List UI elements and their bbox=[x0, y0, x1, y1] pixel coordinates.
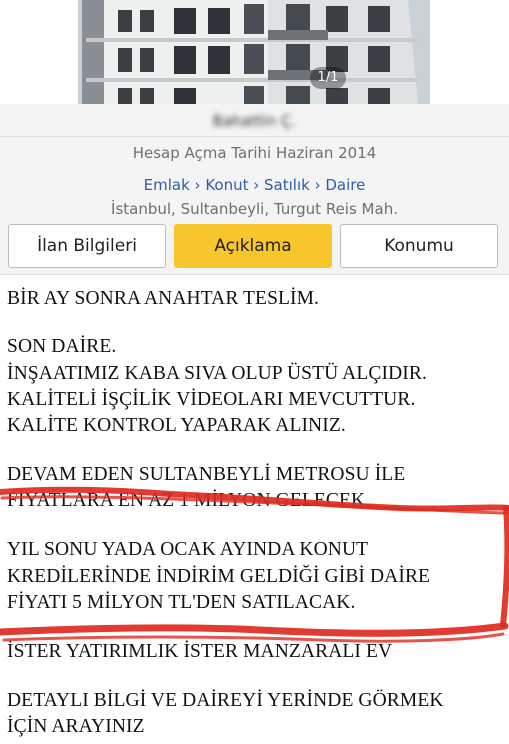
description-line: SON DAİRE. bbox=[7, 336, 117, 357]
photo-counter: 1/1 bbox=[310, 67, 346, 89]
tab-ilan-bilgileri[interactable]: İlan Bilgileri bbox=[8, 224, 166, 268]
description-line: DETAYLI BİLGİ VE DAİREYİ YERİNDE GÖRMEK bbox=[7, 690, 444, 711]
description-line: İSTER YATIRIMLIK İSTER MANZARALI EV bbox=[7, 641, 393, 662]
description-line: KALİTELİ İŞÇİLİK VİDEOLARI MEVCUTTUR. bbox=[7, 389, 416, 410]
description-line: FİYATI 5 MİLYON TL'DEN SATILACAK. bbox=[7, 592, 356, 613]
tab-bar: İlan Bilgileri Açıklama Konumu bbox=[0, 218, 509, 275]
location-text: İstanbul, Sultanbeyli, Turgut Reis Mah. bbox=[111, 200, 398, 218]
description-line: BİR AY SONRA ANAHTAR TESLİM. bbox=[7, 288, 320, 309]
photo-gallery[interactable]: 1/1 bbox=[0, 0, 509, 104]
description-line: YIL SONU YADA OCAK AYINDA KONUT bbox=[7, 539, 369, 560]
description-line: İNŞAATIMIZ KABA SIVA OLUP ÜSTÜ ALÇIDIR. bbox=[7, 363, 427, 384]
description-panel: BİR AY SONRA ANAHTAR TESLİM. SON DAİRE. … bbox=[0, 275, 509, 744]
description-line: KALİTE KONTROL YAPARAK ALINIZ. bbox=[7, 415, 346, 436]
divider bbox=[0, 136, 509, 137]
listing-info: Bahattin Ç. Hesap Açma Tarihi Haziran 20… bbox=[0, 104, 509, 219]
description-line: FİYATLARA EN AZ 1 MİLYON GELECEK. bbox=[7, 490, 371, 511]
listing-photo[interactable]: 1/1 bbox=[78, 0, 430, 104]
building-image bbox=[78, 0, 430, 104]
description-line: İÇİN ARAYINIZ bbox=[7, 716, 145, 737]
tab-konumu[interactable]: Konumu bbox=[340, 224, 498, 268]
breadcrumb[interactable]: Emlak › Konut › Satılık › Daire bbox=[0, 174, 509, 196]
description-line: KREDİLERİNDE İNDİRİM GELDİĞİ GİBİ DAİRE bbox=[7, 566, 431, 587]
seller-name[interactable]: Bahattin Ç. bbox=[0, 110, 509, 132]
tab-aciklama[interactable]: Açıklama bbox=[174, 224, 332, 268]
description-line: DEVAM EDEN SULTANBEYLİ METROSU İLE bbox=[7, 464, 406, 485]
account-date: Hesap Açma Tarihi Haziran 2014 bbox=[132, 144, 377, 162]
